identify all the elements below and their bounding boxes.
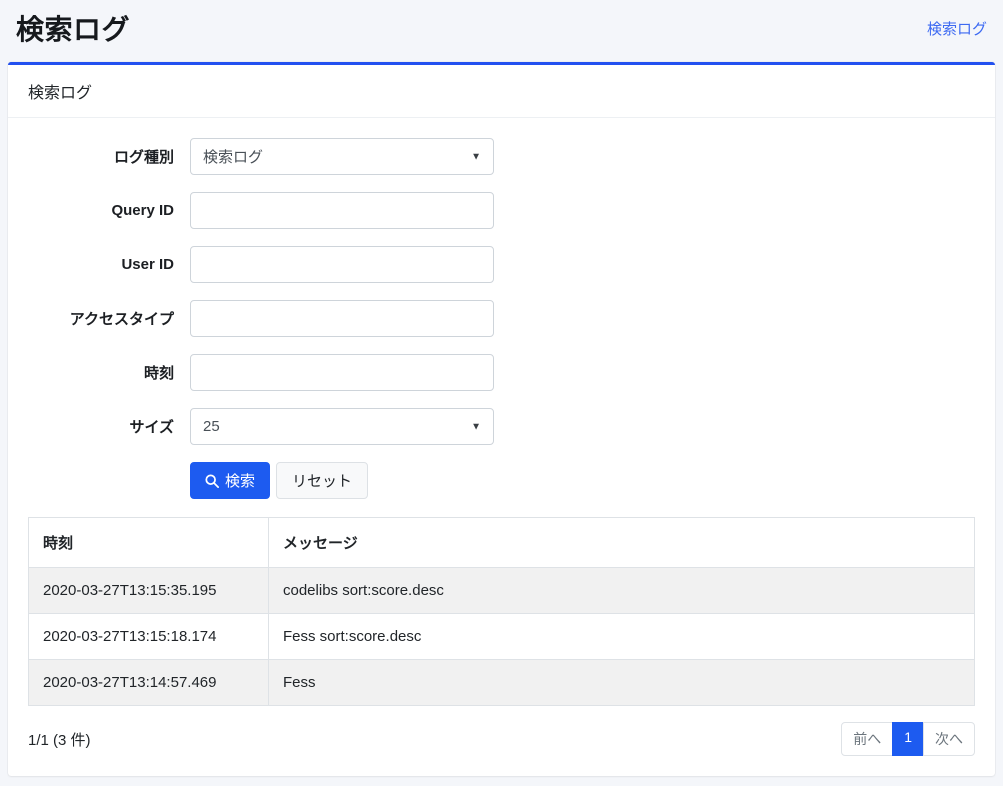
col-header-time: 時刻 — [29, 518, 269, 568]
cell-time: 2020-03-27T13:14:57.469 — [29, 660, 269, 706]
log-table-head: 時刻 メッセージ — [29, 518, 975, 568]
table-footer: 1/1 (3 件) 前へ 1 次へ — [28, 722, 975, 756]
reset-button[interactable]: リセット — [276, 462, 368, 499]
col-header-message: メッセージ — [269, 518, 975, 568]
search-button[interactable]: 検索 — [190, 462, 270, 499]
access-type-label: アクセスタイプ — [28, 308, 174, 329]
user-id-label: User ID — [28, 256, 174, 273]
pagination-next[interactable]: 次へ — [923, 722, 975, 756]
result-summary: 1/1 (3 件) — [28, 729, 91, 750]
search-button-label: 検索 — [225, 470, 255, 491]
form-row-log-type: ログ種別 検索ログ ▼ — [28, 138, 975, 175]
breadcrumb-link[interactable]: 検索ログ — [927, 18, 987, 39]
form-row-size: サイズ 25 ▼ — [28, 408, 975, 445]
cell-time: 2020-03-27T13:15:18.174 — [29, 614, 269, 660]
search-icon — [205, 474, 219, 488]
card-header: 検索ログ — [8, 65, 995, 118]
search-log-card: 検索ログ ログ種別 検索ログ ▼ Query ID User ID — [8, 62, 995, 776]
table-row[interactable]: 2020-03-27T13:15:35.195 codelibs sort:sc… — [29, 568, 975, 614]
page-title: 検索ログ — [16, 8, 130, 48]
cell-message: Fess — [269, 660, 975, 706]
log-type-select[interactable]: 検索ログ ▼ — [190, 138, 494, 175]
cell-time: 2020-03-27T13:15:35.195 — [29, 568, 269, 614]
table-row[interactable]: 2020-03-27T13:15:18.174 Fess sort:score.… — [29, 614, 975, 660]
log-type-label: ログ種別 — [28, 146, 174, 167]
form-row-time: 時刻 — [28, 354, 975, 391]
form-row-access-type: アクセスタイプ — [28, 300, 975, 337]
user-id-input[interactable] — [190, 246, 494, 283]
cell-message: codelibs sort:score.desc — [269, 568, 975, 614]
table-row[interactable]: 2020-03-27T13:14:57.469 Fess — [29, 660, 975, 706]
app-root: 検索ログ 検索ログ 検索ログ ログ種別 検索ログ ▼ Query ID U — [0, 0, 1003, 776]
card-body: ログ種別 検索ログ ▼ Query ID User ID アクセスタイプ — [8, 118, 995, 776]
form-actions: 検索 リセット — [190, 462, 975, 499]
caret-down-icon: ▼ — [471, 421, 481, 432]
form-row-user-id: User ID — [28, 246, 975, 283]
log-table: 時刻 メッセージ 2020-03-27T13:15:35.195 codelib… — [28, 517, 975, 706]
query-id-label: Query ID — [28, 202, 174, 219]
size-select[interactable]: 25 ▼ — [190, 408, 494, 445]
card-title: 検索ログ — [28, 85, 92, 102]
pagination-prev[interactable]: 前へ — [841, 722, 893, 756]
pagination-current-page[interactable]: 1 — [892, 722, 924, 756]
time-label: 時刻 — [28, 362, 174, 383]
page-header: 検索ログ 検索ログ — [0, 0, 1003, 56]
query-id-input[interactable] — [190, 192, 494, 229]
caret-down-icon: ▼ — [471, 151, 481, 162]
log-table-body: 2020-03-27T13:15:35.195 codelibs sort:sc… — [29, 568, 975, 706]
size-label: サイズ — [28, 416, 174, 437]
log-type-select-value: 検索ログ — [203, 146, 263, 167]
cell-message: Fess sort:score.desc — [269, 614, 975, 660]
table-header-row: 時刻 メッセージ — [29, 518, 975, 568]
pagination: 前へ 1 次へ — [841, 722, 975, 756]
access-type-input[interactable] — [190, 300, 494, 337]
size-select-value: 25 — [203, 418, 220, 435]
time-input[interactable] — [190, 354, 494, 391]
form-row-query-id: Query ID — [28, 192, 975, 229]
